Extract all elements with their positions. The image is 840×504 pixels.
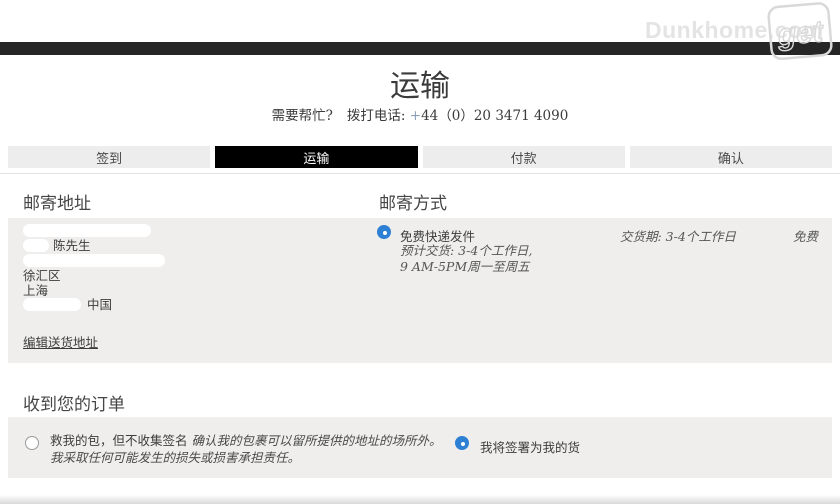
tab-sign-in[interactable]: 签到 [8, 146, 211, 168]
delivery-period-label: 交货期: 3-4个工作日 [620, 229, 736, 244]
redaction-blob [23, 254, 165, 267]
leave-package-radio-unselected-icon[interactable] [25, 436, 39, 450]
phone-number: 44（0）20 3471 4090 [421, 108, 569, 124]
footer-gradient-strip [0, 495, 840, 504]
address-line-country: 中国 [23, 297, 165, 313]
tab-confirm[interactable]: 确认 [629, 146, 832, 168]
address-line-name: 陈先生 [23, 238, 165, 254]
svg-text:get: get [775, 15, 826, 52]
redaction-blob [23, 298, 81, 312]
address-line-redacted [23, 254, 165, 269]
checkout-steps-tabs: 签到 运输 付款 确认 [8, 146, 832, 168]
checkout-shipping-page: Dunkhome.com get 运输 需要帮忙? 拨打电话: +44（0）20 … [0, 0, 840, 504]
help-line: 需要帮忙? 拨打电话: +44（0）20 3471 4090 [0, 104, 840, 124]
receive-order-heading: 收到您的订单 [23, 395, 125, 415]
shipping-address-heading: 邮寄地址 [23, 194, 91, 214]
address-line-district: 徐汇区 [23, 268, 61, 283]
help-prefix: 需要帮忙? [271, 108, 333, 124]
tab-payment[interactable]: 付款 [422, 146, 625, 168]
address-line-city: 上海 [23, 282, 49, 298]
receive-order-panel: 救我的包，但不收集签名 确认我的包裹可以留所提供的地址的场所外。我采取任何可能发… [8, 417, 832, 478]
phone-plus: + [409, 108, 422, 124]
redaction-blob [23, 224, 151, 237]
edit-address-link[interactable]: 编辑送货地址 [23, 336, 98, 351]
shipping-method-heading: 邮寄方式 [379, 194, 447, 214]
address-line-redacted [23, 224, 165, 239]
call-label: 拨打电话: [346, 108, 406, 124]
tabs-divider [0, 173, 840, 174]
shipping-address-block: 陈先生 徐汇区 上海 中国 编辑送货地址 [23, 224, 165, 351]
sign-for-goods-option-text: 我将签署为我的货 [480, 440, 581, 455]
shipping-panel: 陈先生 徐汇区 上海 中国 编辑送货地址 免费快递发件 预计交货: 3-4个工作… [8, 218, 832, 363]
shipping-price: 免费 [792, 229, 818, 244]
get-logo-icon: get [767, 2, 833, 61]
leave-package-option-text: 救我的包，但不收集签名 确认我的包裹可以留所提供的地址的场所外。我采取任何可能发… [50, 433, 442, 465]
tab-shipping[interactable]: 运输 [215, 146, 418, 168]
page-title: 运输 [390, 69, 450, 104]
shipping-method-detail: 预计交货: 3-4个工作日, 9 AM-5PM周一至周五 [400, 243, 533, 274]
sign-for-goods-radio-selected-icon[interactable] [455, 436, 469, 450]
redaction-blob [23, 239, 49, 252]
shipping-method-radio-selected-icon[interactable] [377, 225, 391, 239]
